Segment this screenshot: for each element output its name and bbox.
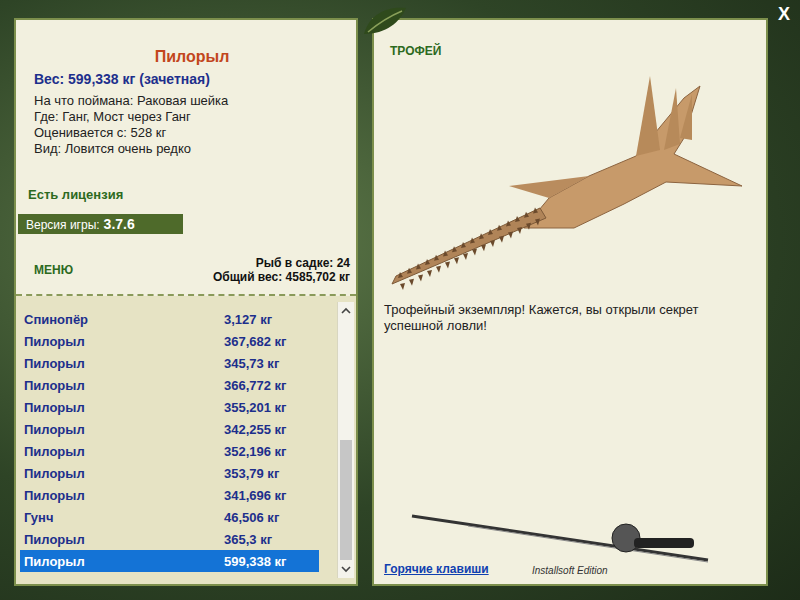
menu-button[interactable]: МЕНЮ [34, 263, 73, 277]
edition-badge: Installsoft Edition [532, 565, 608, 576]
fish-detail: На что поймана: Раковая шейка [34, 93, 350, 109]
catch-row[interactable]: Пилорыл 367,682 кг [20, 330, 319, 352]
catch-row[interactable]: Пилорыл 341,696 кг [20, 484, 319, 506]
scrollbar[interactable] [337, 302, 354, 578]
leaf-icon [360, 4, 410, 38]
fish-detail: Вид: Ловится очень редко [34, 141, 350, 157]
fish-weight: Вес: 599,338 кг (зачетная) [34, 71, 350, 87]
catch-row[interactable]: Пилорыл 345,73 кг [20, 352, 319, 374]
catch-row[interactable]: Пилорыл 365,3 кг [20, 528, 319, 550]
trophy-message: Трофейный экземпляр! Кажется, вы открыли… [384, 302, 758, 334]
sawfish-icon [374, 58, 766, 298]
hotkeys-link[interactable]: Горячие клавиши [384, 562, 489, 576]
close-button[interactable]: X [778, 4, 790, 25]
catch-row[interactable]: Пилорыл 355,201 кг [20, 396, 319, 418]
fish-details: На что поймана: Раковая шейкаГде: Ганг, … [34, 93, 350, 157]
catch-row[interactable]: Пилорыл 599,338 кг [20, 550, 319, 572]
fish-detail: Где: Ганг, Мост через Ганг [34, 109, 350, 125]
catch-row[interactable]: Гунч 46,506 кг [20, 506, 319, 528]
trophy-title: ТРОФЕЙ [390, 44, 758, 58]
catch-row[interactable]: Пилорыл 352,196 кг [20, 440, 319, 462]
fish-detail: Оценивается с: 528 кг [34, 125, 350, 141]
keepnet-summary: Рыб в садке: 24 Общий вес: 4585,702 кг [213, 256, 350, 284]
fish-card: Пилорыл Вес: 599,338 кг (зачетная) На чт… [16, 20, 356, 296]
fish-info-screen: X Пилорыл Вес: 599,338 кг (зачетная) На … [0, 0, 800, 600]
catch-row[interactable]: Пилорыл 366,772 кг [20, 374, 319, 396]
trophy-panel: ТРОФЕЙ Трофейный экземпляр! Кажется, вы … [372, 18, 768, 586]
license-status: Есть лицензия [28, 187, 350, 202]
fish-info-panel: Пилорыл Вес: 599,338 кг (зачетная) На чт… [14, 18, 358, 586]
catch-list: Спинопёр 3,127 кгПилорыл 367,682 кгПилор… [16, 296, 356, 584]
game-version: Версия игры: 3.7.6 [18, 214, 183, 234]
fish-name: Пилорыл [34, 48, 350, 66]
catch-row[interactable]: Спинопёр 3,127 кг [20, 308, 319, 330]
scroll-thumb[interactable] [340, 440, 352, 560]
scroll-down-icon[interactable] [339, 562, 353, 576]
catch-row[interactable]: Пилорыл 353,79 кг [20, 462, 319, 484]
scroll-up-icon[interactable] [339, 304, 353, 318]
catch-row[interactable]: Пилорыл 342,255 кг [20, 418, 319, 440]
